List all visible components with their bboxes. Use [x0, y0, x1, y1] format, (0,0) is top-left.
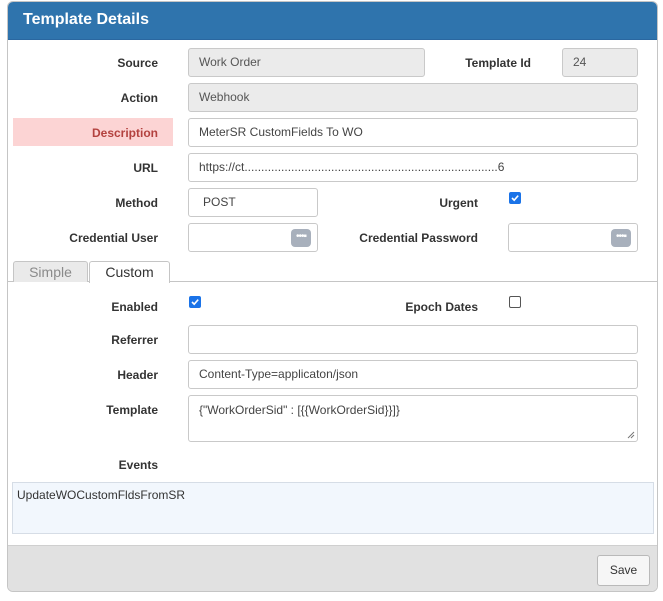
template-details-dialog: Template Details Source Work Order Templ… — [7, 1, 658, 592]
credential-password-input[interactable]: •••▪ — [508, 223, 638, 252]
header-input[interactable]: Content-Type=applicaton/json — [188, 360, 638, 389]
checkmark-icon — [191, 299, 199, 306]
credential-password-label: Credential Password — [359, 231, 478, 245]
events-list-item[interactable]: UpdateWOCustomFldsFromSR — [17, 488, 185, 502]
template-id-label: Template Id — [465, 56, 531, 70]
referrer-input[interactable] — [188, 325, 638, 354]
method-label: Method — [115, 196, 158, 210]
events-list[interactable]: UpdateWOCustomFldsFromSR — [12, 482, 654, 534]
template-textarea[interactable]: {"WorkOrderSid" : [{{WorkOrderSid}}]} — [188, 395, 638, 442]
tab-custom[interactable]: Custom — [89, 261, 170, 283]
dialog-footer: Save — [8, 545, 657, 591]
description-label: Description — [91, 126, 158, 140]
credential-user-input[interactable]: •••▪ — [188, 223, 318, 252]
template-id-field: 24 — [562, 48, 638, 77]
template-text: {"WorkOrderSid" : [{{WorkOrderSid}}]} — [199, 403, 400, 417]
save-button[interactable]: Save — [597, 555, 650, 586]
template-label: Template — [106, 403, 158, 417]
url-label: URL — [133, 161, 158, 175]
action-label: Action — [120, 91, 158, 105]
source-field: Work Order — [188, 48, 425, 77]
method-select[interactable]: POST — [188, 188, 318, 217]
epoch-dates-checkbox[interactable] — [509, 296, 521, 308]
epoch-dates-label: Epoch Dates — [405, 300, 478, 314]
enabled-checkbox[interactable] — [189, 296, 201, 308]
resize-handle-icon[interactable] — [627, 431, 635, 439]
dialog-title: Template Details — [23, 11, 149, 28]
source-label: Source — [117, 56, 158, 70]
password-manager-icon[interactable]: •••▪ — [611, 229, 631, 247]
enabled-label: Enabled — [111, 300, 158, 314]
tab-simple[interactable]: Simple — [13, 261, 88, 282]
dialog-title-bar: Template Details — [8, 2, 657, 40]
password-manager-icon[interactable]: •••▪ — [291, 229, 311, 247]
description-input[interactable]: MeterSR CustomFields To WO — [188, 118, 638, 147]
credential-user-label: Credential User — [69, 231, 158, 245]
action-field: Webhook — [188, 83, 638, 112]
method-selected-value: POST — [203, 195, 236, 209]
header-label: Header — [117, 368, 158, 382]
checkmark-icon — [511, 195, 519, 202]
events-label: Events — [118, 458, 158, 472]
urgent-label: Urgent — [439, 196, 478, 210]
referrer-label: Referrer — [111, 333, 158, 347]
url-input[interactable]: https://ct..............................… — [188, 153, 638, 182]
urgent-checkbox[interactable] — [509, 192, 521, 204]
